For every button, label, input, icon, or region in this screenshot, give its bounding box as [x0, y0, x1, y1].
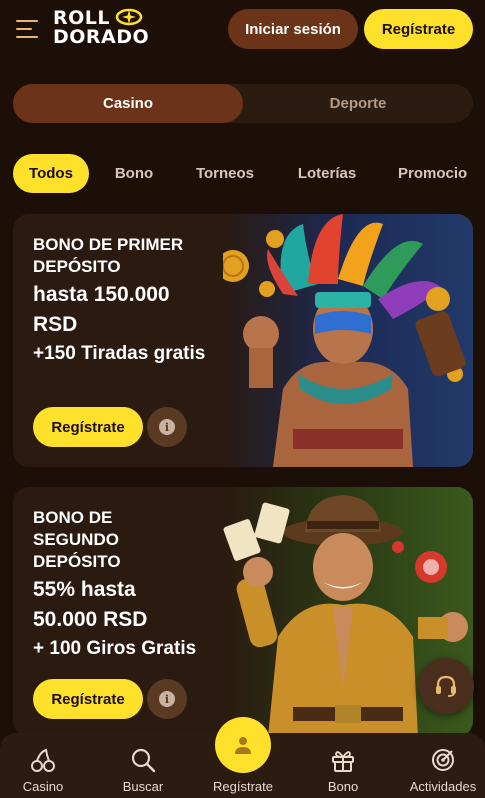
logo-star-icon	[115, 8, 143, 26]
category-tabs: Todos Bono Torneos Loterías Promocio	[0, 154, 485, 194]
promo-card-second-deposit[interactable]: BONO DE SEGUNDO DEPÓSITO 55% hasta 50.00…	[13, 487, 473, 737]
nav-search[interactable]: Buscar	[98, 733, 188, 798]
promo-title-line-1: BONO DE	[33, 508, 113, 527]
nav-casino[interactable]: Casino	[0, 733, 88, 798]
support-button[interactable]	[418, 658, 474, 714]
headset-icon	[436, 675, 456, 697]
promo-register-button[interactable]: Regístrate	[33, 679, 143, 719]
tab-promociones[interactable]: Promocio	[388, 154, 482, 193]
promo-spins: + 100 Giros Gratis	[33, 638, 197, 659]
register-button[interactable]: Regístrate	[364, 9, 473, 49]
user-icon	[235, 737, 251, 754]
promo-amount-line-1: 55% hasta	[33, 578, 136, 601]
register-user-fab[interactable]	[215, 717, 271, 773]
section-toggle: Casino Deporte	[13, 84, 473, 123]
header: ROLL DORADO Iniciar sesión Regístrate	[0, 0, 485, 58]
promo-title-line-2: SEGUNDO	[33, 530, 119, 549]
info-icon: i	[159, 691, 175, 707]
tab-torneos[interactable]: Torneos	[186, 154, 264, 193]
logo[interactable]: ROLL DORADO	[53, 9, 153, 49]
promo-info-button[interactable]: i	[147, 679, 187, 719]
promo-info-button[interactable]: i	[147, 407, 187, 447]
promo-title-line-2: DEPÓSITO	[33, 257, 121, 276]
promo-register-button[interactable]: Regístrate	[33, 407, 143, 447]
gift-icon	[332, 751, 354, 772]
hamburger-menu-icon[interactable]	[16, 20, 39, 38]
logo-line-2: DORADO	[53, 26, 150, 48]
nav-label: Bono	[327, 779, 359, 794]
tab-loterias[interactable]: Loterías	[286, 154, 368, 193]
tab-bono[interactable]: Bono	[104, 154, 164, 193]
promo-amount-line-2: RSD	[33, 313, 78, 336]
promo-amount-line-2: 50.000 RSD	[33, 608, 148, 631]
toggle-deporte[interactable]: Deporte	[243, 84, 473, 123]
target-icon	[432, 749, 454, 771]
cherries-icon	[31, 748, 55, 772]
nav-label: Buscar	[122, 779, 164, 794]
promo-title-line-3: DEPÓSITO	[33, 552, 121, 571]
tab-todos[interactable]: Todos	[13, 154, 89, 193]
promo-amount-line-1: hasta 150.000	[33, 283, 170, 306]
aztec-warrior-illustration	[223, 214, 466, 467]
search-icon	[131, 748, 156, 773]
nav-activities[interactable]: Actividades	[398, 733, 485, 798]
nav-bonus[interactable]: Bono	[298, 733, 388, 798]
nav-label: Regístrate	[213, 779, 273, 794]
toggle-casino[interactable]: Casino	[13, 84, 243, 123]
promo-text: BONO DE SEGUNDO DEPÓSITO 55% hasta 50.00…	[33, 507, 196, 663]
nav-label: Actividades	[409, 779, 477, 794]
info-icon: i	[159, 419, 175, 435]
promo-text: BONO DE PRIMER DEPÓSITO hasta 150.000 RS…	[33, 234, 205, 368]
nav-label: Casino	[22, 779, 64, 794]
promo-card-first-deposit[interactable]: BONO DE PRIMER DEPÓSITO hasta 150.000 RS…	[13, 214, 473, 467]
login-button[interactable]: Iniciar sesión	[228, 9, 358, 49]
promo-spins: +150 Tiradas gratis	[33, 343, 206, 364]
promo-title-line-1: BONO DE PRIMER	[33, 235, 184, 254]
